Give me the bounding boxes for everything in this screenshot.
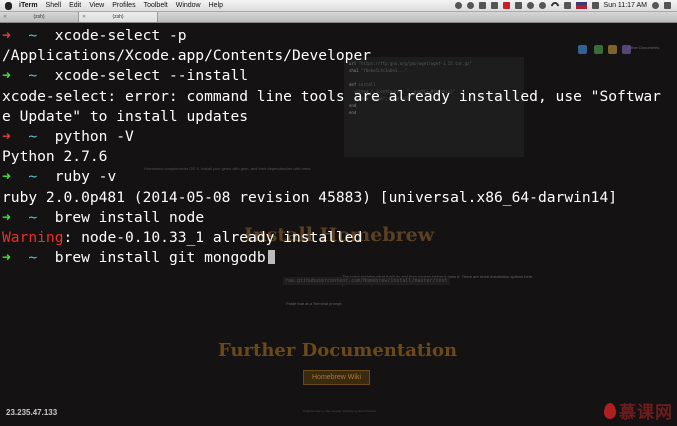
terminal-pane[interactable]: url "https://ftp.gnu.org/gnu/wget/wget-1… — [0, 23, 677, 426]
prompt-arrow-icon: ➜ — [2, 27, 11, 44]
prompt-line: ➜ ~ xcode-select --install — [2, 66, 677, 86]
background-footer: Original code by Max Howell. Website by … — [303, 409, 378, 413]
command-text: xcode-select -p — [54, 27, 187, 44]
output-line: /Applications/Xcode.app/Contents/Develop… — [2, 47, 372, 65]
background-paste-text: Paste that at a Terminal prompt. — [286, 301, 343, 306]
output-line: xcode-select: error: command line tools … — [2, 87, 661, 105]
menu-item-toolbelt[interactable]: Toolbelt — [144, 2, 168, 9]
menu-item-profiles[interactable]: Profiles — [112, 2, 135, 9]
wifi-icon[interactable] — [548, 0, 561, 12]
prompt-cwd: ~ — [28, 27, 38, 44]
prompt-arrow-icon: ➜ — [2, 208, 11, 226]
battery-icon[interactable] — [591, 2, 599, 9]
output-line: e Update" to install updates — [2, 107, 249, 125]
menu-item-edit[interactable]: Edit — [69, 2, 81, 9]
watermark-text: 慕课网 — [619, 403, 673, 422]
tab-label: (zsh) — [33, 14, 45, 20]
background-url-field: raw.githubusercontent.com/Homebrew/insta… — [283, 277, 450, 285]
status-area: Sun 11:17 AM — [454, 0, 677, 12]
prompt-arrow-icon: ➜ — [2, 249, 11, 267]
prompt-line: ➜ ~ brew install node — [2, 208, 677, 228]
menu-bar: iTerm Shell Edit View Profiles Toolbelt … — [0, 0, 677, 12]
command-text: xcode-select --install — [54, 67, 249, 85]
tab-zsh-2[interactable]: ✕ (zsh) — [79, 12, 158, 22]
menu-app-name[interactable]: iTerm — [19, 2, 38, 9]
tab-label: (zsh) — [112, 14, 124, 20]
sync-icon[interactable] — [514, 2, 522, 9]
menu-item-help[interactable]: Help — [209, 2, 223, 9]
menu-item-shell[interactable]: Shell — [46, 2, 62, 9]
prompt-cwd: ~ — [28, 127, 38, 145]
command-text: ruby -v — [54, 168, 117, 186]
command-text: brew install node — [54, 208, 205, 226]
volume-icon[interactable] — [563, 2, 571, 9]
prompt-line: ➜ ~ xcode-select -p — [2, 26, 677, 46]
bluetooth-icon[interactable] — [538, 2, 546, 9]
flame-logo-icon — [604, 402, 616, 419]
input-source-flag-icon[interactable] — [575, 2, 587, 9]
close-tab-icon[interactable]: ✕ — [3, 14, 7, 20]
background-wiki-button[interactable]: Homebrew Wiki — [303, 370, 371, 385]
warning-label: Warning — [2, 228, 64, 246]
prompt-line: ➜ ~ ruby -v — [2, 167, 677, 187]
menu-clock[interactable]: Sun 11:17 AM — [604, 2, 647, 9]
menu-item-window[interactable]: Window — [176, 2, 201, 9]
ip-address-overlay: 23.235.47.133 — [6, 408, 58, 417]
prompt-arrow-icon: ➜ — [2, 67, 11, 85]
cloud-icon[interactable] — [478, 2, 486, 9]
clipboard-icon[interactable] — [490, 2, 498, 9]
background-further-heading: Further Documentation — [218, 340, 458, 361]
prompt-arrow-icon: ➜ — [2, 168, 11, 186]
prompt-cwd: ~ — [28, 208, 38, 226]
watermark-logo: 慕课网 — [604, 398, 673, 423]
prompt-cwd: ~ — [28, 249, 38, 267]
warning-line: Warning: node-0.10.33_1 already installe… — [2, 228, 677, 248]
terminal-output[interactable]: ➜ ~ xcode-select -p /Applications/Xcode.… — [2, 26, 677, 268]
upload-icon[interactable] — [526, 2, 534, 9]
apple-icon[interactable] — [5, 1, 12, 10]
prompt-cwd: ~ — [28, 168, 38, 186]
spotlight-search-icon[interactable] — [652, 2, 659, 9]
app-status-icon[interactable] — [502, 2, 510, 9]
wechat-icon[interactable] — [454, 2, 462, 9]
terminal-tab-bar: ✕ (zsh) ✕ (zsh) — [0, 12, 677, 23]
prompt-arrow-icon: ➜ — [2, 127, 11, 145]
qq-icon[interactable] — [466, 2, 474, 9]
prompt-cwd: ~ — [28, 67, 38, 85]
prompt-line: ➜ ~ brew install git mongodb — [2, 248, 677, 268]
close-tab-icon[interactable]: ✕ — [82, 14, 86, 20]
notification-center-icon[interactable] — [664, 2, 671, 9]
menu-item-view[interactable]: View — [89, 2, 104, 9]
warning-text: : node-0.10.33_1 already installed — [63, 228, 363, 246]
output-line: Python 2.7.6 — [2, 148, 108, 166]
tab-zsh-1[interactable]: ✕ (zsh) — [0, 12, 79, 22]
command-text: python -V — [54, 127, 134, 145]
text-cursor — [267, 250, 275, 265]
prompt-line: ➜ ~ python -V — [2, 127, 677, 147]
command-text: brew install git mongodb — [54, 249, 266, 267]
output-line: ruby 2.0.0p481 (2014-05-08 revision 4588… — [2, 188, 618, 206]
